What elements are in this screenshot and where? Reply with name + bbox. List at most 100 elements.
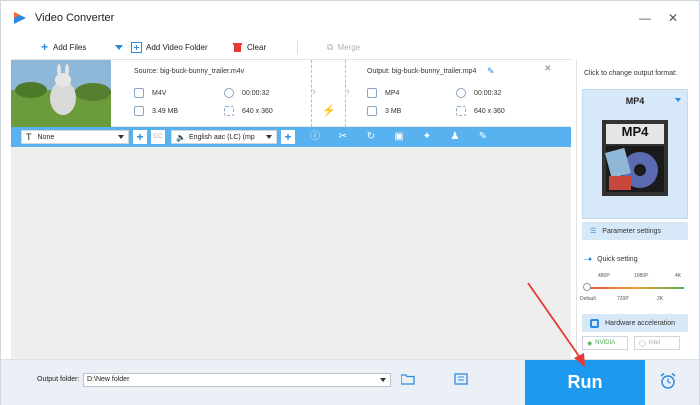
video-thumbnail xyxy=(11,60,111,127)
intel-logo-icon: ◯ xyxy=(639,340,646,347)
tick-1080p: 1080P xyxy=(634,273,649,279)
tick-480p: 480P xyxy=(598,273,610,279)
add-files-dropdown[interactable] xyxy=(115,40,123,54)
chevron-down-icon xyxy=(118,135,124,139)
nvidia-logo-icon: ◉ xyxy=(587,340,593,347)
output-format-selector[interactable]: MP4 MP4 xyxy=(582,89,688,219)
rotate-icon[interactable]: ↻ xyxy=(365,131,377,143)
remove-file-icon[interactable]: ✕ xyxy=(544,63,552,74)
nvidia-label: NVIDIA xyxy=(595,340,616,346)
chevron-down-icon xyxy=(266,135,272,139)
window-title: Video Converter xyxy=(35,12,115,24)
source-filename: Source: big-buck-bunny_trailer.m4v xyxy=(134,68,245,75)
merge-button[interactable]: ⧉ Merge xyxy=(327,40,360,54)
output-duration: 00:00:32 xyxy=(456,88,501,98)
app-window: Video Converter — ✕ + Add Files Add Vide… xyxy=(0,0,700,405)
add-files-label: Add Files xyxy=(53,42,87,52)
watermark-icon[interactable]: ♟ xyxy=(449,131,461,143)
file-list: Source: big-buck-bunny_trailer.m4v M4V 0… xyxy=(11,59,571,359)
text-icon: T xyxy=(26,132,32,142)
source-duration-value: 00:00:32 xyxy=(242,89,270,97)
add-files-button[interactable]: + Add Files xyxy=(41,40,86,54)
chevron-right-icon: › xyxy=(346,84,350,98)
trash-icon xyxy=(233,43,242,52)
add-video-folder-button[interactable]: Add Video Folder xyxy=(131,40,208,54)
chevron-down-icon xyxy=(380,378,386,382)
close-icon[interactable]: ✕ xyxy=(665,10,681,26)
hardware-acceleration-toggle[interactable]: Hardware acceleration xyxy=(582,314,688,332)
source-format-value: M4V xyxy=(152,89,167,97)
output-folder-field[interactable]: D:\New folder xyxy=(83,373,391,387)
folder-icon xyxy=(134,106,144,116)
output-resolution: 640 x 360 xyxy=(456,106,505,116)
quick-setting-title: ‒● Quick setting xyxy=(584,256,638,263)
subtitle-edit-icon[interactable]: ✎ xyxy=(477,131,489,143)
toolbar: + Add Files Add Video Folder Clear ⧉ Mer… xyxy=(11,35,571,59)
sliders-icon: ☰ xyxy=(590,228,597,235)
title-bar: Video Converter — ✕ xyxy=(1,1,699,35)
source-resolution: 640 x 360 xyxy=(224,106,273,116)
source-resolution-value: 640 x 360 xyxy=(242,107,273,115)
output-format-panel: Click to change output format: MP4 MP4 ☰… xyxy=(576,59,693,359)
output-resolution-value: 640 x 360 xyxy=(474,107,505,115)
quality-slider-handle[interactable] xyxy=(583,283,591,291)
chevron-right-icon: › xyxy=(312,84,316,98)
minimize-icon[interactable]: — xyxy=(637,10,653,26)
source-size-value: 3.49 MB xyxy=(152,107,179,115)
add-subtitle-button[interactable]: + xyxy=(133,130,147,144)
run-button[interactable]: Run xyxy=(525,360,645,405)
output-folder-value: D:\New folder xyxy=(87,376,130,383)
speaker-icon: 🔈 xyxy=(176,132,186,142)
add-video-folder-label: Add Video Folder xyxy=(146,42,208,52)
cc-icon[interactable]: CC xyxy=(151,130,165,144)
lightning-icon: ⚡ xyxy=(322,105,336,117)
output-format-value: MP4 xyxy=(385,89,400,97)
mp4-icon-label: MP4 xyxy=(621,124,649,139)
effects-icon[interactable]: ✦ xyxy=(421,131,433,143)
slider-icon: ‒● xyxy=(584,256,593,263)
checkbox-icon xyxy=(590,318,599,328)
clear-label: Clear xyxy=(247,42,267,52)
crop-icon[interactable]: ▣ xyxy=(393,131,405,143)
source-size: 3.49 MB xyxy=(134,106,178,116)
audio-track-select[interactable]: 🔈 English aac (LC) (mp xyxy=(171,130,277,144)
source-duration: 00:00:32 xyxy=(224,88,269,98)
clear-button[interactable]: Clear xyxy=(233,40,266,54)
hardware-acceleration-label: Hardware acceleration xyxy=(605,319,676,327)
tick-720p: 720P xyxy=(617,296,629,302)
parameter-settings-button[interactable]: ☰ Parameter settings xyxy=(582,222,688,240)
clock-icon xyxy=(224,88,234,98)
plus-icon: + xyxy=(41,40,49,54)
output-history-icon[interactable] xyxy=(454,373,468,385)
file-item[interactable]: Source: big-buck-bunny_trailer.m4v M4V 0… xyxy=(11,60,571,127)
alarm-clock-icon[interactable] xyxy=(659,372,677,390)
tick-default: Default xyxy=(580,296,596,302)
resolution-icon xyxy=(456,106,466,116)
quality-slider-track[interactable] xyxy=(587,287,684,289)
bottom-bar: Output folder: D:\New folder Run xyxy=(1,359,699,405)
resolution-icon xyxy=(224,106,234,116)
chevron-down-icon xyxy=(675,98,681,102)
source-format: M4V xyxy=(134,88,166,98)
quick-setting-label: Quick setting xyxy=(597,256,638,263)
chevron-down-icon xyxy=(115,44,123,50)
intel-chip[interactable]: ◯ Intel xyxy=(634,336,680,350)
output-folder-label: Output folder: xyxy=(37,376,80,383)
output-duration-value: 00:00:32 xyxy=(474,89,502,97)
open-folder-icon[interactable] xyxy=(401,373,415,385)
output-size: 3 MB xyxy=(367,106,401,116)
subtitle-select[interactable]: T None xyxy=(21,130,129,144)
audio-track-value: English aac (LC) (mp xyxy=(188,133,255,141)
nvidia-chip[interactable]: ◉ NVIDIA xyxy=(582,336,628,350)
edit-toolbar: T None + CC 🔈 English aac (LC) (mp + ⓘ ✂… xyxy=(11,127,571,147)
output-format-name: MP4 xyxy=(625,96,645,106)
toolbar-divider xyxy=(297,40,298,54)
edit-name-icon[interactable]: ✎ xyxy=(487,66,495,77)
file-format-icon xyxy=(134,88,144,98)
add-audio-button[interactable]: + xyxy=(281,130,295,144)
parameter-settings-label: Parameter settings xyxy=(602,227,662,235)
file-format-icon xyxy=(367,88,377,98)
scissors-icon[interactable]: ✂ xyxy=(337,131,349,143)
info-icon[interactable]: ⓘ xyxy=(309,131,321,143)
format-hint: Click to change output format: xyxy=(584,70,677,77)
